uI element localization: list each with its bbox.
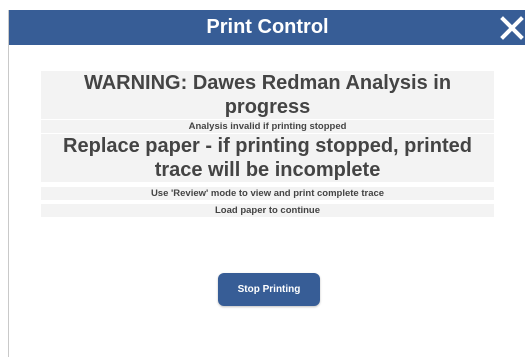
review-hint: Use 'Review' mode to view and print comp… — [41, 187, 494, 200]
replace-paper-message: Replace paper - if printing stopped, pri… — [41, 134, 494, 182]
stop-printing-button[interactable]: Stop Printing — [218, 273, 320, 306]
warning-message: WARNING: Dawes Redman Analysis in progre… — [41, 71, 494, 119]
dialog-header: Print Control — [9, 10, 525, 45]
close-icon[interactable] — [498, 14, 525, 42]
analysis-note: Analysis invalid if printing stopped — [41, 120, 494, 133]
load-paper-message: Load paper to continue — [41, 204, 494, 217]
dialog-title: Print Control — [206, 16, 329, 38]
print-control-dialog: Print Control WARNING: Dawes Redman Anal… — [8, 10, 525, 357]
message-area: WARNING: Dawes Redman Analysis in progre… — [41, 70, 494, 217]
